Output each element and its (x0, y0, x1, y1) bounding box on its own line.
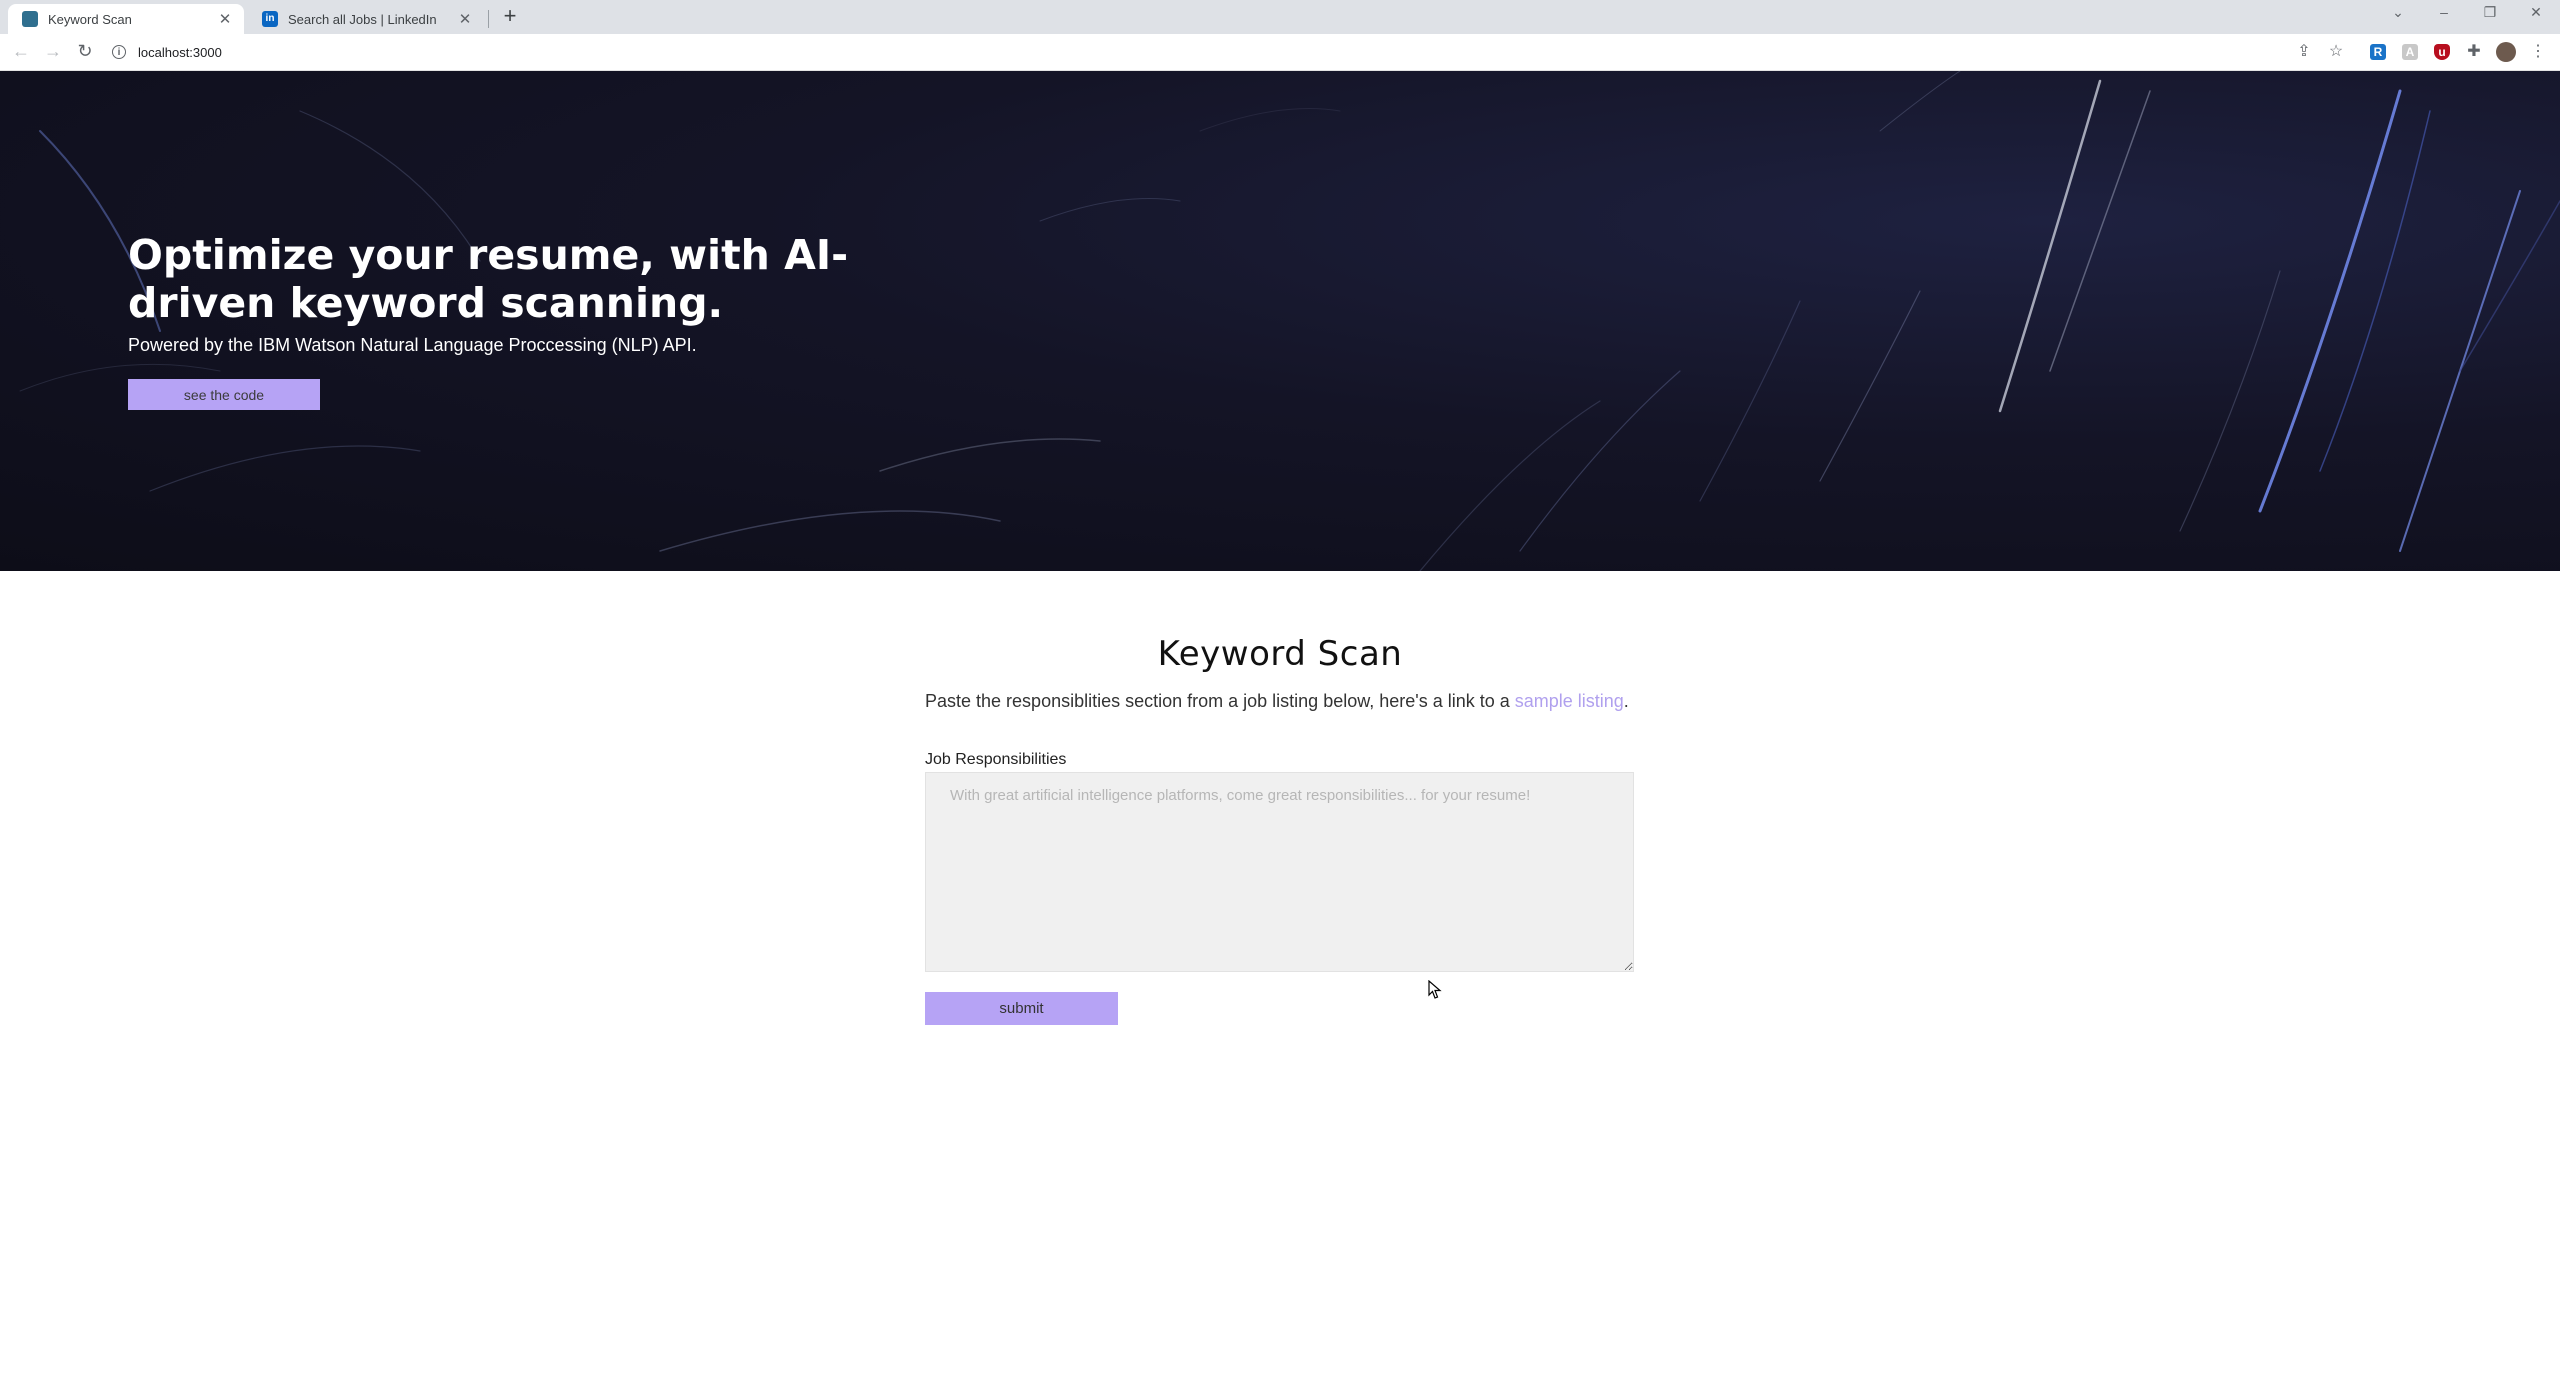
close-window-icon[interactable]: ✕ (2526, 4, 2546, 21)
tab-linkedin[interactable]: in Search all Jobs | LinkedIn ✕ (248, 4, 484, 34)
linkedin-favicon-icon: in (262, 11, 278, 27)
mouse-cursor-icon (1428, 980, 1442, 999)
profile-avatar[interactable] (2496, 42, 2516, 62)
see-the-code-button[interactable]: see the code (128, 379, 320, 410)
hero-subtitle: Powered by the IBM Watson Natural Langua… (128, 335, 697, 355)
tab-keyword-scan[interactable]: Keyword Scan ✕ (8, 4, 244, 34)
tab-separator (488, 10, 489, 28)
tab-title: Keyword Scan (48, 11, 132, 27)
menu-icon[interactable]: ⋮ (2528, 42, 2548, 62)
new-tab-button[interactable]: + (498, 4, 522, 28)
extension-r-icon[interactable]: R (2370, 44, 2386, 60)
description-text: Paste the responsiblities section from a… (925, 691, 1515, 711)
address-text: localhost:3000 (138, 44, 222, 60)
tab-search-icon[interactable]: ⌄ (2388, 4, 2408, 21)
hero-title: Optimize your resume, with AI-driven key… (128, 231, 849, 327)
close-tab-icon[interactable]: ✕ (216, 10, 234, 28)
reload-icon[interactable]: ↻ (74, 41, 96, 62)
page-title: Keyword Scan (1157, 634, 1403, 674)
extension-grey-icon[interactable]: A (2402, 44, 2418, 60)
puzzle-icon[interactable]: ✚ (2464, 42, 2484, 62)
page-description: Paste the responsiblities section from a… (925, 691, 1629, 712)
tab-title: Search all Jobs | LinkedIn (288, 11, 437, 27)
star-icon[interactable]: ☆ (2326, 42, 2346, 62)
restore-icon[interactable]: ❐ (2480, 4, 2500, 21)
back-icon[interactable]: ← (10, 41, 32, 62)
description-suffix: . (1623, 691, 1629, 711)
keyword-scan-favicon-icon (22, 11, 38, 27)
sample-listing-link[interactable]: sample listing (1515, 691, 1624, 711)
submit-button[interactable]: submit (925, 992, 1118, 1025)
address-bar[interactable]: i localhost:3000 (112, 39, 2332, 65)
browser-tab-bar: Keyword Scan ✕ in Search all Jobs | Link… (0, 0, 2560, 34)
job-responsibilities-textarea[interactable] (925, 772, 1634, 972)
job-responsibilities-label: Job Responsibilities (925, 751, 1067, 768)
forward-icon[interactable]: → (42, 41, 64, 62)
ublock-icon[interactable]: u (2434, 44, 2450, 60)
share-icon[interactable]: ⇪ (2294, 42, 2314, 62)
hero-section: Optimize your resume, with AI-driven key… (0, 71, 2560, 571)
minimize-icon[interactable]: – (2434, 4, 2454, 20)
browser-toolbar: ← → ↻ i localhost:3000 ⇪ ☆ R A u ✚ ⋮ (0, 34, 2560, 71)
site-info-icon[interactable]: i (112, 45, 126, 59)
close-tab-icon[interactable]: ✕ (456, 10, 474, 28)
